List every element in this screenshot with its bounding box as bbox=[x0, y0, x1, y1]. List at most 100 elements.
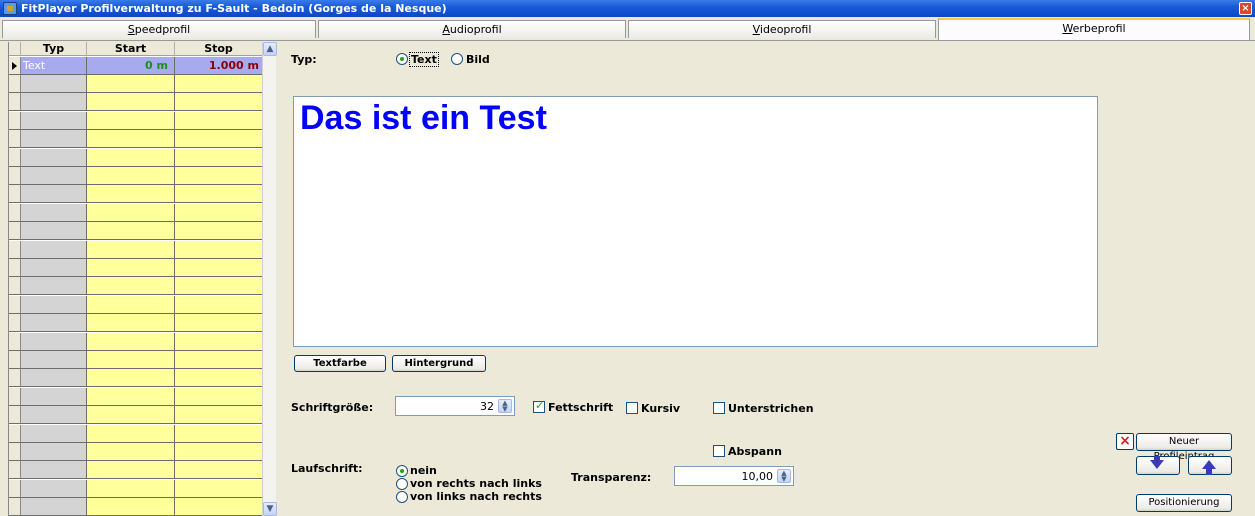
cell-typ[interactable] bbox=[21, 93, 87, 112]
laufschrift-links-rechts-radio[interactable] bbox=[396, 491, 408, 503]
cell-typ[interactable] bbox=[21, 479, 87, 498]
table-row[interactable] bbox=[9, 185, 262, 204]
laufschrift-links-rechts-label[interactable]: von links nach rechts bbox=[410, 490, 542, 503]
table-row[interactable] bbox=[9, 75, 262, 93]
spin-arrows-icon[interactable]: ▲ ▼ bbox=[777, 469, 791, 483]
transparenz-spinner[interactable]: 10,00 ▲ ▼ bbox=[674, 466, 794, 486]
cell-typ[interactable] bbox=[21, 277, 87, 296]
table-row[interactable] bbox=[9, 443, 262, 461]
cell-start[interactable] bbox=[87, 351, 175, 369]
cell-typ[interactable] bbox=[21, 406, 87, 425]
fettschrift-label[interactable]: Fettschrift bbox=[548, 401, 613, 414]
kursiv-label[interactable]: Kursiv bbox=[641, 402, 680, 415]
cell-typ[interactable] bbox=[21, 314, 87, 333]
cell-stop[interactable] bbox=[175, 240, 262, 259]
cell-stop[interactable] bbox=[175, 351, 262, 369]
cell-start[interactable] bbox=[87, 75, 175, 93]
table-row[interactable] bbox=[9, 314, 262, 333]
unterstrichen-label[interactable]: Unterstrichen bbox=[728, 402, 814, 415]
cell-start[interactable] bbox=[87, 443, 175, 461]
cell-typ[interactable] bbox=[21, 461, 87, 480]
laufschrift-rechts-links-radio[interactable] bbox=[396, 478, 408, 490]
cell-stop[interactable] bbox=[175, 203, 262, 222]
cell-stop[interactable] bbox=[175, 295, 262, 314]
close-window-button[interactable]: × bbox=[1239, 2, 1252, 15]
cell-typ[interactable] bbox=[21, 259, 87, 277]
column-header-stop[interactable]: Stop bbox=[175, 42, 262, 56]
grid-scrollbar[interactable]: ▲ ▼ bbox=[262, 42, 277, 516]
typ-text-radio[interactable] bbox=[396, 53, 408, 65]
cell-stop[interactable] bbox=[175, 369, 262, 388]
cell-stop[interactable] bbox=[175, 75, 262, 93]
cell-stop[interactable] bbox=[175, 148, 262, 167]
cell-stop[interactable] bbox=[175, 461, 262, 480]
fettschrift-checkbox[interactable] bbox=[533, 399, 545, 413]
hintergrund-button[interactable]: Hintergrund bbox=[392, 355, 486, 372]
cell-start[interactable] bbox=[87, 314, 175, 333]
cell-typ[interactable] bbox=[21, 443, 87, 461]
table-row[interactable] bbox=[9, 167, 262, 185]
tab-werbeprofil[interactable]: Werbeprofil bbox=[938, 18, 1250, 40]
cell-start[interactable]: 0 m bbox=[87, 57, 175, 75]
move-down-button[interactable] bbox=[1136, 456, 1180, 475]
cell-stop[interactable] bbox=[175, 222, 262, 241]
table-row[interactable] bbox=[9, 461, 262, 480]
typ-bild-label[interactable]: Bild bbox=[466, 53, 490, 66]
cell-typ[interactable] bbox=[21, 351, 87, 369]
table-row[interactable] bbox=[9, 351, 262, 369]
cell-start[interactable] bbox=[87, 167, 175, 185]
cell-typ[interactable] bbox=[21, 203, 87, 222]
cell-start[interactable] bbox=[87, 479, 175, 498]
table-row[interactable] bbox=[9, 295, 262, 314]
tab-videoprofil[interactable]: Videoprofil bbox=[628, 20, 936, 38]
cell-start[interactable] bbox=[87, 222, 175, 241]
table-row[interactable] bbox=[9, 479, 262, 498]
cell-stop[interactable] bbox=[175, 332, 262, 351]
table-row[interactable] bbox=[9, 277, 262, 296]
cell-typ[interactable] bbox=[21, 75, 87, 93]
table-row[interactable] bbox=[9, 148, 262, 167]
cell-start[interactable] bbox=[87, 148, 175, 167]
table-row[interactable] bbox=[9, 93, 262, 112]
column-header-typ[interactable]: Typ bbox=[21, 42, 87, 56]
tab-speedprofil[interactable]: Speedprofil bbox=[2, 20, 316, 38]
cell-start[interactable] bbox=[87, 387, 175, 406]
neuer-profileintrag-button[interactable]: Neuer Profileintrag bbox=[1136, 433, 1232, 462]
column-header-start[interactable]: Start bbox=[87, 42, 175, 56]
scroll-up-button[interactable]: ▲ bbox=[263, 42, 277, 56]
cell-typ[interactable] bbox=[21, 222, 87, 241]
table-row[interactable] bbox=[9, 332, 262, 351]
table-row[interactable] bbox=[9, 111, 262, 130]
table-row[interactable] bbox=[9, 424, 262, 443]
unterstrichen-checkbox[interactable] bbox=[713, 402, 725, 414]
cell-typ[interactable] bbox=[21, 498, 87, 516]
cell-typ[interactable] bbox=[21, 332, 87, 351]
table-row[interactable] bbox=[9, 259, 262, 277]
cell-typ[interactable] bbox=[21, 185, 87, 204]
cell-stop[interactable] bbox=[175, 406, 262, 425]
laufschrift-nein-radio[interactable] bbox=[396, 465, 408, 477]
cell-start[interactable] bbox=[87, 240, 175, 259]
cell-start[interactable] bbox=[87, 295, 175, 314]
cell-stop[interactable]: 1.000 m bbox=[175, 57, 262, 75]
cell-start[interactable] bbox=[87, 259, 175, 277]
cell-typ[interactable] bbox=[21, 167, 87, 185]
cell-typ[interactable]: Text bbox=[21, 57, 87, 75]
table-row[interactable] bbox=[9, 203, 262, 222]
move-up-button[interactable] bbox=[1188, 456, 1232, 475]
schriftgroesse-spinner[interactable]: 32 ▲ ▼ bbox=[395, 396, 515, 416]
table-row[interactable] bbox=[9, 222, 262, 241]
cell-typ[interactable] bbox=[21, 240, 87, 259]
spin-arrows-icon[interactable]: ▲ ▼ bbox=[498, 399, 512, 413]
laufschrift-nein-label[interactable]: nein bbox=[410, 464, 437, 477]
abspann-label[interactable]: Abspann bbox=[728, 445, 782, 458]
table-row[interactable] bbox=[9, 369, 262, 388]
cell-stop[interactable] bbox=[175, 111, 262, 130]
table-row[interactable] bbox=[9, 240, 262, 259]
cell-stop[interactable] bbox=[175, 130, 262, 149]
cell-start[interactable] bbox=[87, 111, 175, 130]
cell-start[interactable] bbox=[87, 461, 175, 480]
cell-typ[interactable] bbox=[21, 148, 87, 167]
cell-stop[interactable] bbox=[175, 387, 262, 406]
cell-stop[interactable] bbox=[175, 259, 262, 277]
